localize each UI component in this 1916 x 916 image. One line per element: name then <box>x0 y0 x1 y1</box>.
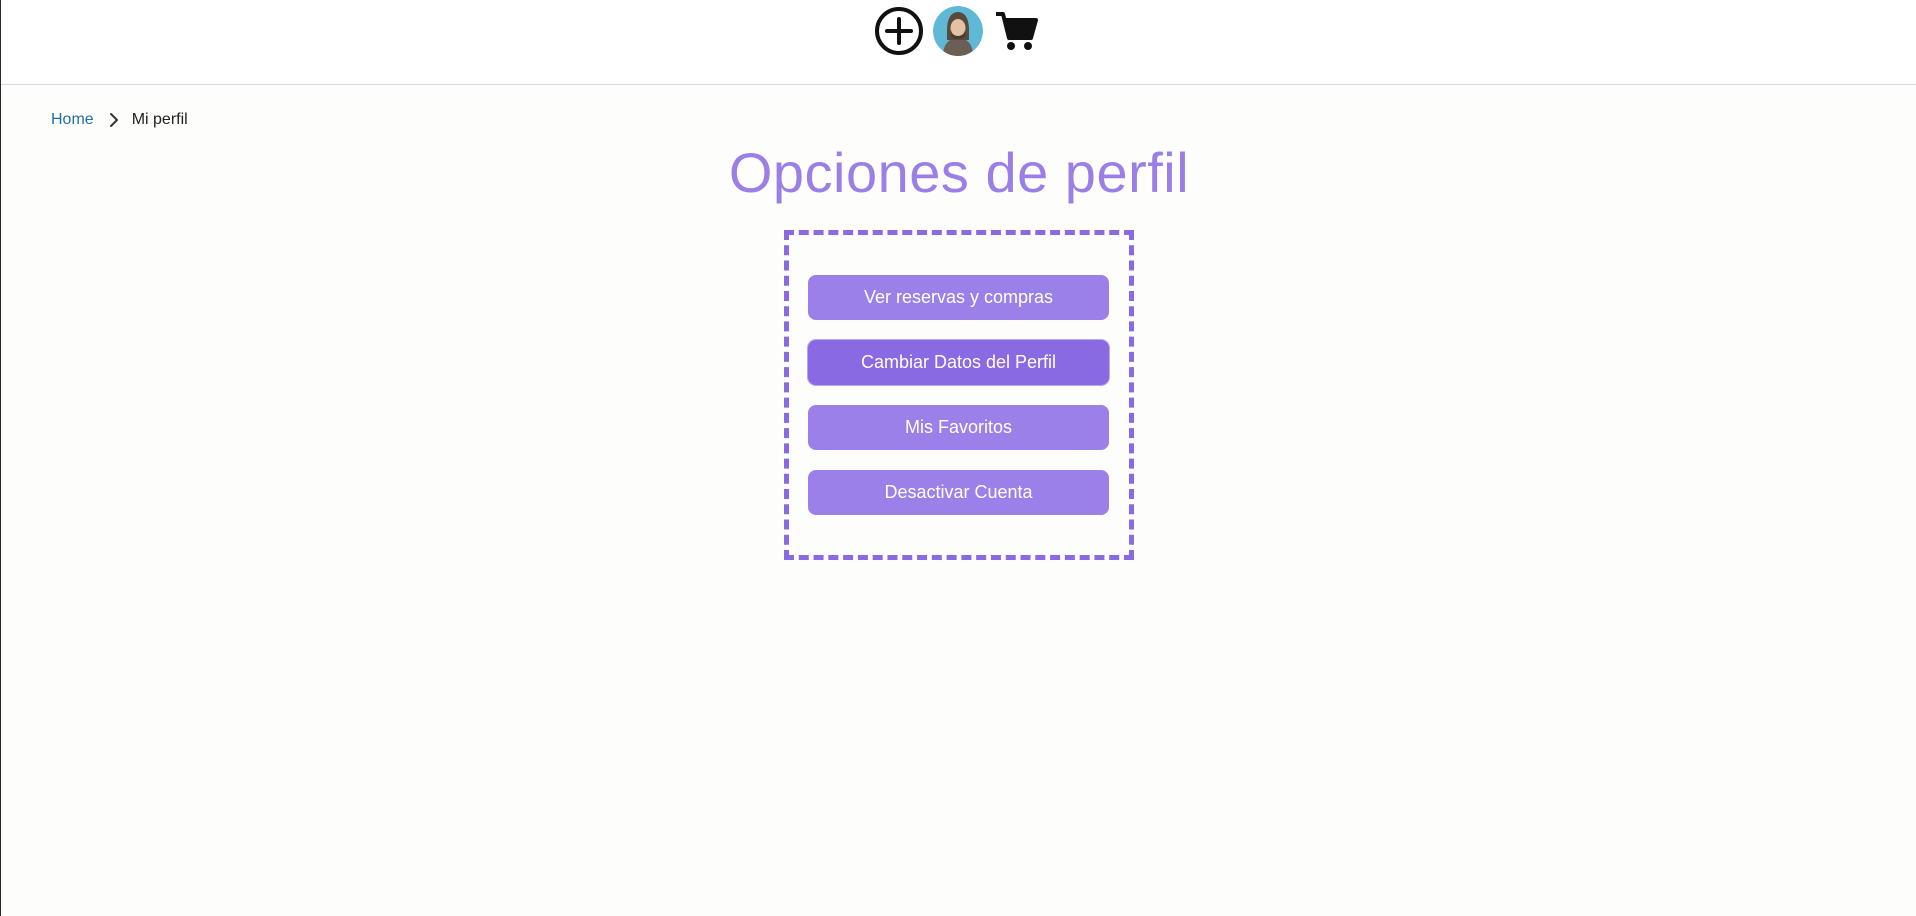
view-bookings-button[interactable]: Ver reservas y compras <box>808 275 1109 320</box>
shopping-cart-icon[interactable] <box>993 8 1039 54</box>
profile-options-panel: Ver reservas y compras Cambiar Datos del… <box>784 230 1134 560</box>
header-actions <box>873 5 1039 57</box>
add-circle-icon[interactable] <box>873 5 925 57</box>
breadcrumb-current: Mi perfil <box>131 111 188 128</box>
page-title: Opciones de perfil <box>728 141 1190 204</box>
breadcrumb: Home Mi perfil <box>51 110 188 130</box>
deactivate-account-button[interactable]: Desactivar Cuenta <box>808 470 1109 515</box>
edit-profile-button[interactable]: Cambiar Datos del Perfil <box>808 340 1109 385</box>
top-navbar <box>1 0 1916 85</box>
breadcrumb-home-link[interactable]: Home <box>51 111 94 129</box>
chevron-right-icon <box>109 113 118 127</box>
avatar[interactable] <box>933 6 983 56</box>
favorites-button[interactable]: Mis Favoritos <box>808 405 1109 450</box>
